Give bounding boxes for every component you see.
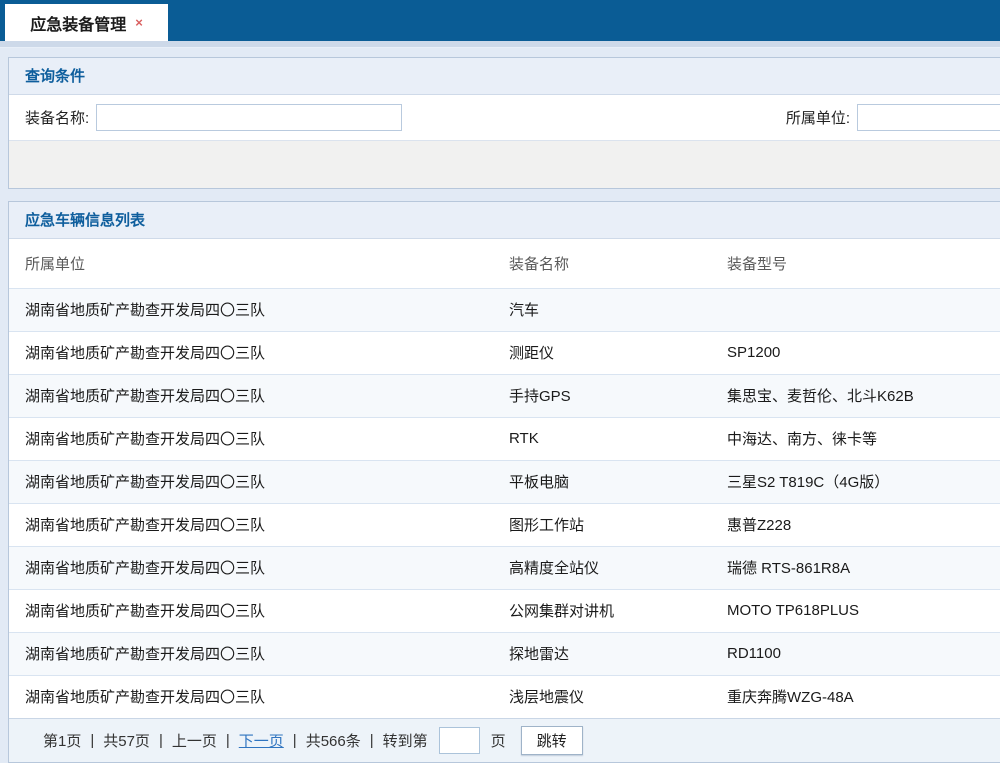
table-row: 湖南省地质矿产勘查开发局四〇三队高精度全站仪瑞德 RTS-861R8A <box>9 546 1000 589</box>
table-row: 湖南省地质矿产勘查开发局四〇三队测距仪SP1200 <box>9 331 1000 374</box>
equipment-table-body: 湖南省地质矿产勘查开发局四〇三队汽车湖南省地质矿产勘查开发局四〇三队测距仪SP1… <box>9 288 1000 718</box>
cell-unit: 湖南省地质矿产勘查开发局四〇三队 <box>9 331 493 374</box>
goto-page-suffix: 页 <box>491 730 506 751</box>
cell-equipment-name: RTK <box>493 417 711 460</box>
cell-equipment-model: 重庆奔腾WZG-48A <box>711 675 1000 718</box>
column-header-equipment-model: 装备型号 <box>711 239 1000 288</box>
cell-equipment-model <box>711 288 1000 331</box>
jump-button[interactable]: 跳转 <box>521 726 583 755</box>
table-row: 湖南省地质矿产勘查开发局四〇三队平板电脑三星S2 T819C（4G版） <box>9 460 1000 503</box>
cell-unit: 湖南省地质矿产勘查开发局四〇三队 <box>9 675 493 718</box>
pager-separator: | <box>159 732 163 749</box>
total-pages-label: 共57页 <box>103 730 150 751</box>
table-row: 湖南省地质矿产勘查开发局四〇三队公网集群对讲机MOTO TP618PLUS <box>9 589 1000 632</box>
equipment-name-label: 装备名称: <box>25 107 89 128</box>
next-page-link[interactable]: 下一页 <box>239 730 284 751</box>
cell-unit: 湖南省地质矿产勘查开发局四〇三队 <box>9 417 493 460</box>
query-panel-title: 查询条件 <box>9 58 1000 95</box>
tab-bar: 应急装备管理 × <box>0 0 1000 41</box>
query-fields-row: 装备名称: 所属单位: <box>9 95 1000 141</box>
cell-unit: 湖南省地质矿产勘查开发局四〇三队 <box>9 288 493 331</box>
cell-equipment-model: 中海达、南方、徕卡等 <box>711 417 1000 460</box>
table-row: 湖南省地质矿产勘查开发局四〇三队汽车 <box>9 288 1000 331</box>
close-icon[interactable]: × <box>135 16 143 29</box>
cell-unit: 湖南省地质矿产勘查开发局四〇三队 <box>9 503 493 546</box>
cell-equipment-name: 汽车 <box>493 288 711 331</box>
cell-unit: 湖南省地质矿产勘查开发局四〇三队 <box>9 632 493 675</box>
pager-separator: | <box>370 732 374 749</box>
equipment-name-input[interactable] <box>96 104 402 131</box>
pager-separator: | <box>293 732 297 749</box>
tab-emergency-equipment[interactable]: 应急装备管理 × <box>5 4 168 41</box>
cell-equipment-name: 浅层地震仪 <box>493 675 711 718</box>
cell-equipment-name: 公网集群对讲机 <box>493 589 711 632</box>
cell-equipment-model: 瑞德 RTS-861R8A <box>711 546 1000 589</box>
table-row: 湖南省地质矿产勘查开发局四〇三队图形工作站惠普Z228 <box>9 503 1000 546</box>
cell-equipment-name: 测距仪 <box>493 331 711 374</box>
query-panel-footer <box>9 141 1000 188</box>
equipment-table: 所属单位 装备名称 装备型号 湖南省地质矿产勘查开发局四〇三队汽车湖南省地质矿产… <box>9 239 1000 718</box>
list-panel-title: 应急车辆信息列表 <box>9 202 1000 239</box>
cell-equipment-name: 手持GPS <box>493 374 711 417</box>
pager-separator: | <box>90 732 94 749</box>
cell-equipment-model: 三星S2 T819C（4G版） <box>711 460 1000 503</box>
pagination-bar: 第1页 | 共57页 | 上一页 | 下一页 | 共566条 | 转到第 页 跳… <box>9 718 1000 762</box>
cell-unit: 湖南省地质矿产勘查开发局四〇三队 <box>9 374 493 417</box>
prev-page-link[interactable]: 上一页 <box>172 730 217 751</box>
cell-unit: 湖南省地质矿产勘查开发局四〇三队 <box>9 460 493 503</box>
cell-equipment-model: 惠普Z228 <box>711 503 1000 546</box>
unit-label: 所属单位: <box>786 107 850 128</box>
cell-equipment-name: 图形工作站 <box>493 503 711 546</box>
column-header-unit: 所属单位 <box>9 239 493 288</box>
table-row: 湖南省地质矿产勘查开发局四〇三队探地雷达RD1100 <box>9 632 1000 675</box>
cell-equipment-model: 集思宝、麦哲伦、北斗K62B <box>711 374 1000 417</box>
current-page-label: 第1页 <box>43 730 81 751</box>
goto-page-input[interactable] <box>439 727 480 754</box>
table-header-row: 所属单位 装备名称 装备型号 <box>9 239 1000 288</box>
equipment-list-panel: 应急车辆信息列表 所属单位 装备名称 装备型号 湖南省地质矿产勘查开发局四〇三队… <box>8 201 1000 763</box>
column-header-equipment-name: 装备名称 <box>493 239 711 288</box>
goto-page-prefix: 转到第 <box>383 730 428 751</box>
cell-equipment-model: RD1100 <box>711 632 1000 675</box>
query-panel: 查询条件 装备名称: 所属单位: <box>8 57 1000 189</box>
cell-equipment-name: 高精度全站仪 <box>493 546 711 589</box>
cell-equipment-model: SP1200 <box>711 331 1000 374</box>
table-row: 湖南省地质矿产勘查开发局四〇三队手持GPS集思宝、麦哲伦、北斗K62B <box>9 374 1000 417</box>
table-row: 湖南省地质矿产勘查开发局四〇三队浅层地震仪重庆奔腾WZG-48A <box>9 675 1000 718</box>
tab-label: 应急装备管理 <box>30 11 126 35</box>
cell-unit: 湖南省地质矿产勘查开发局四〇三队 <box>9 546 493 589</box>
tabbar-divider <box>0 41 1000 48</box>
cell-equipment-model: MOTO TP618PLUS <box>711 589 1000 632</box>
pager-separator: | <box>226 732 230 749</box>
unit-input[interactable] <box>857 104 1000 131</box>
table-row: 湖南省地质矿产勘查开发局四〇三队RTK中海达、南方、徕卡等 <box>9 417 1000 460</box>
total-items-label: 共566条 <box>306 730 361 751</box>
cell-unit: 湖南省地质矿产勘查开发局四〇三队 <box>9 589 493 632</box>
cell-equipment-name: 探地雷达 <box>493 632 711 675</box>
cell-equipment-name: 平板电脑 <box>493 460 711 503</box>
main-content: 查询条件 装备名称: 所属单位: 应急车辆信息列表 所属单位 装备名称 装备型号… <box>0 48 1000 763</box>
